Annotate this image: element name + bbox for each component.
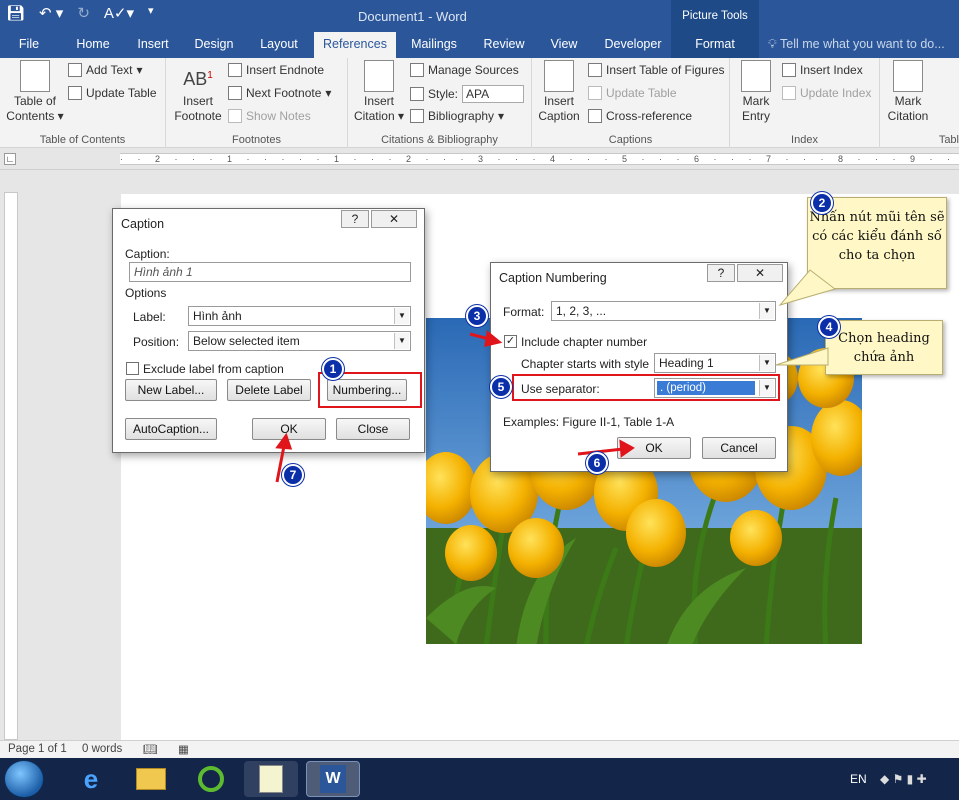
step-badge-3: 3 [466,305,488,327]
step-badge-7: 7 [282,464,304,486]
callout-tail-2 [778,269,837,306]
page-count[interactable]: Page 1 of 1 [8,743,67,755]
callout-tail-4 [775,347,829,366]
word-count[interactable]: 0 words [82,743,122,755]
ie-icon[interactable]: e [64,761,118,797]
tray-icon[interactable]: ◆ ⚑ ▮ ✚ [880,772,927,786]
start-button[interactable] [4,760,44,798]
explorer-icon[interactable] [124,761,178,797]
green-app-icon[interactable] [184,761,238,797]
word-taskbar-icon[interactable]: W [306,761,360,797]
step-badge-6: 6 [586,452,608,474]
macro-icon[interactable]: ▦ [178,742,189,756]
step-badge-4: 4 [818,316,840,338]
step-badge-1: 1 [322,358,344,380]
step-badge-2: 2 [811,192,833,214]
language-indicator[interactable]: EN [850,772,867,786]
notepad-icon[interactable] [244,761,298,797]
proofing-icon[interactable]: 📖︎ [143,742,158,756]
annotation-arrows [275,269,837,483]
step-badge-5: 5 [490,376,512,398]
taskbar: e W EN ◆ ⚑ ▮ ✚ [0,758,959,800]
red-arrows [275,330,635,483]
status-bar: Page 1 of 1 0 words 📖︎ ▦ [0,740,959,758]
